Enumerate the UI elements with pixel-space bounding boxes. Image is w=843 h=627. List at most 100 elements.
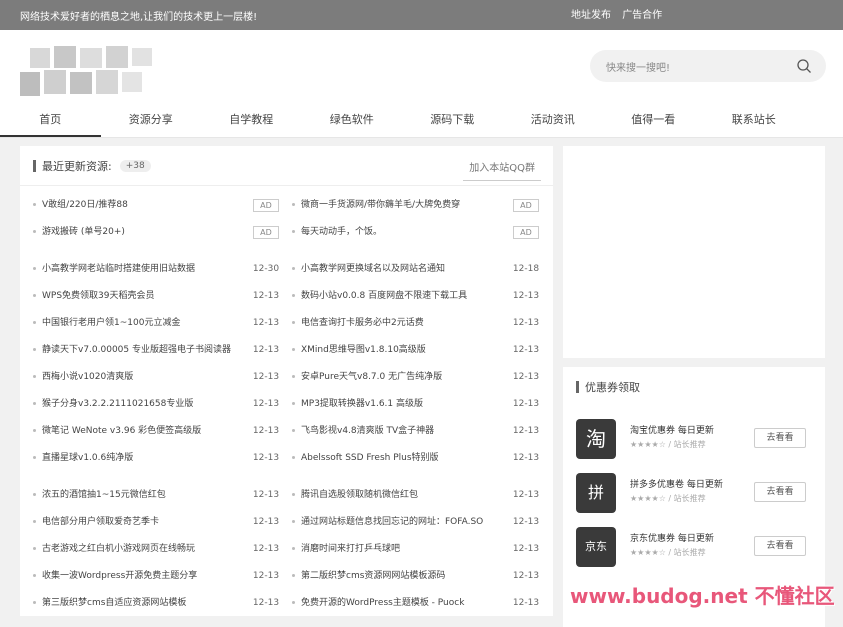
bullet-icon [292, 230, 295, 233]
resource-link[interactable]: 静读天下v7.0.00005 专业版超强电子书阅读器 [33, 341, 245, 368]
site-logo[interactable] [20, 42, 170, 108]
taobao-logo-icon: 淘 [576, 419, 616, 459]
resource-link[interactable]: 游戏搬砖 (单号20+) [33, 223, 245, 250]
resource-link-text[interactable]: XMind思维导图v1.8.10高级版 [301, 345, 426, 355]
resource-link-text[interactable]: V敢组/220日/推荐88 [42, 200, 128, 210]
nav-events[interactable]: 活动资讯 [503, 104, 604, 137]
coupon-item-jd[interactable]: 京东 京东优惠券 每日更新 ★★★★☆ / 站长推荐 去看看 [576, 527, 816, 571]
resource-link[interactable]: XMind思维导图v1.8.10高级版 [292, 341, 504, 368]
resource-link-text[interactable]: 静读天下v7.0.00005 专业版超强电子书阅读器 [42, 345, 231, 355]
nav-tutorials[interactable]: 自学教程 [201, 104, 302, 137]
resource-link-text[interactable]: 每天动动手，个饭。 [301, 227, 382, 237]
search-icon[interactable] [796, 58, 812, 74]
resource-link[interactable]: 古老游戏之红白机小游戏网页在线畅玩 [33, 540, 245, 567]
coupon-item-taobao[interactable]: 淘 淘宝优惠券 每日更新 ★★★★☆ / 站长推荐 去看看 [576, 419, 816, 463]
resource-link[interactable]: 通过网站标题信息找回忘记的网址：FOFA.SO [292, 513, 504, 540]
jd-logo-icon: 京东 [576, 527, 616, 567]
nav-software[interactable]: 绿色软件 [302, 104, 403, 137]
resource-link-text[interactable]: 数码小站v0.0.8 百度网盘不限速下载工具 [301, 291, 467, 301]
title-bar-icon [33, 159, 36, 172]
list-row: WPS免费领取39天稻壳会员 12-13 数码小站v0.0.8 百度网盘不限速下载工… [20, 287, 553, 314]
address-link[interactable]: 地址发布 [571, 10, 611, 21]
resource-link[interactable]: 微商一手货源网/带你薅羊毛/大牌免费穿 [292, 196, 504, 223]
resource-link-text[interactable]: 游戏搬砖 (单号20+) [42, 227, 125, 237]
resource-link-text[interactable]: 电信查询打卡服务必中2元话费 [301, 318, 424, 328]
bullet-icon [33, 574, 36, 577]
resource-link-text[interactable]: 小高教学网更换域名以及网站名通知 [301, 264, 445, 274]
pinduoduo-logo-icon: 拼 [576, 473, 616, 513]
nav-contact[interactable]: 联系站长 [704, 104, 805, 137]
resource-link[interactable]: 第三版织梦cms自适应资源网站模板 [33, 594, 245, 621]
resource-link[interactable]: 每天动动手，个饭。 [292, 223, 504, 250]
resource-link[interactable]: 西梅小说v1020清爽版 [33, 368, 245, 395]
resource-link[interactable]: 微笔记 WeNote v3.96 彩色便签高级版 [33, 422, 245, 449]
coupon-item-pinduoduo[interactable]: 拼 拼多多优惠卷 每日更新 ★★★★☆ / 站长推荐 去看看 [576, 473, 816, 517]
resource-list: V敢组/220日/推荐88 AD 微商一手货源网/带你薅羊毛/大牌免费穿 AD 游戏搬砖… [20, 196, 553, 621]
coupon-name[interactable]: 淘宝优惠券 每日更新 [630, 423, 714, 436]
resource-link[interactable]: 免费开源的WordPress主题模板 - Puock [292, 594, 504, 621]
resource-link-text[interactable]: 古老游戏之红白机小游戏网页在线畅玩 [42, 544, 195, 554]
resource-link-text[interactable]: 微商一手货源网/带你薅羊毛/大牌免费穿 [301, 200, 460, 210]
coupon-go-button[interactable]: 去看看 [754, 482, 806, 502]
nav-home[interactable]: 首页 [0, 104, 101, 137]
resource-link[interactable]: 猴子分身v3.2.2.2111021658专业版 [33, 395, 245, 422]
resource-link[interactable]: 直播星球v1.0.6纯净版 [33, 449, 245, 476]
resource-link[interactable]: Abelssoft SSD Fresh Plus特别版 [292, 449, 504, 476]
resource-link[interactable]: 电信查询打卡服务必中2元话费 [292, 314, 504, 341]
resource-link[interactable]: 安卓Pure天气v8.7.0 无广告纯净版 [292, 368, 504, 395]
resource-link-text[interactable]: 第二版织梦cms资源网网站模板源码 [301, 571, 445, 581]
resource-link-text[interactable]: 微笔记 WeNote v3.96 彩色便签高级版 [42, 426, 201, 436]
date-label-text: 12-13 [252, 318, 280, 328]
resource-link[interactable]: WPS免费领取39天稻壳会员 [33, 287, 245, 314]
resource-link-text[interactable]: 中国银行老用户领1~100元立减金 [42, 318, 180, 328]
nav-worth-seeing[interactable]: 值得一看 [603, 104, 704, 137]
resource-link[interactable]: V敢组/220日/推荐88 [33, 196, 245, 223]
resource-link-text[interactable]: 第三版织梦cms自适应资源网站模板 [42, 598, 186, 608]
resource-link-text[interactable]: 收集一波Wordpress开源免费主题分享 [42, 571, 197, 581]
resource-link[interactable]: 数码小站v0.0.8 百度网盘不限速下载工具 [292, 287, 504, 314]
resource-link[interactable]: 电信部分用户领取爱奇艺季卡 [33, 513, 245, 540]
date-label: 12-13 [250, 368, 282, 395]
nav-source-code[interactable]: 源码下载 [402, 104, 503, 137]
resource-link[interactable]: 浓五的酒馆抽1~15元微信红包 [33, 486, 245, 513]
nav-resources[interactable]: 资源分享 [101, 104, 202, 137]
resource-link-text[interactable]: 腾讯自选股领取随机微信红包 [301, 490, 418, 500]
resource-link-text[interactable]: 浓五的酒馆抽1~15元微信红包 [42, 490, 166, 500]
main-content: 最近更新资源: +38 加入本站QQ群 V敢组/220日/推荐88 AD 微商一手货… [0, 140, 843, 627]
resource-link-text[interactable]: 直播星球v1.0.6纯净版 [42, 453, 133, 463]
resource-link-text[interactable]: 飞鸟影视v4.8清爽版 TV盒子神器 [301, 426, 434, 436]
list-row: 电信部分用户领取爱奇艺季卡 12-13 通过网站标题信息找回忘记的网址：FOFA.S… [20, 513, 553, 540]
coupon-name[interactable]: 拼多多优惠卷 每日更新 [630, 477, 723, 490]
resource-link[interactable]: 飞鸟影视v4.8清爽版 TV盒子神器 [292, 422, 504, 449]
resource-link-text[interactable]: 消磨时间来打打乒乓球吧 [301, 544, 400, 554]
bullet-icon [33, 230, 36, 233]
join-qq-link[interactable]: 加入本站QQ群 [463, 155, 541, 181]
search-input[interactable]: 快来搜一搜吧! [590, 50, 826, 82]
coupon-go-button[interactable]: 去看看 [754, 428, 806, 448]
list-row: 收集一波Wordpress开源免费主题分享 12-13 第二版织梦cms资源网网站模… [20, 567, 553, 594]
coupon-go-button[interactable]: 去看看 [754, 536, 806, 556]
resource-link[interactable]: 中国银行老用户领1~100元立减金 [33, 314, 245, 341]
resource-link-text[interactable]: Abelssoft SSD Fresh Plus特别版 [301, 453, 439, 463]
resource-link[interactable]: 小高教学网老站临时搭建使用旧站数据 [33, 260, 245, 287]
bullet-icon [292, 321, 295, 324]
resource-link-text[interactable]: 免费开源的WordPress主题模板 - Puock [301, 598, 464, 608]
resource-link-text[interactable]: 小高教学网老站临时搭建使用旧站数据 [42, 264, 195, 274]
resource-link-text[interactable]: 安卓Pure天气v8.7.0 无广告纯净版 [301, 372, 442, 382]
date-label: 12-13 [510, 341, 542, 368]
resource-link[interactable]: 第二版织梦cms资源网网站模板源码 [292, 567, 504, 594]
resource-link[interactable]: 小高教学网更换域名以及网站名通知 [292, 260, 504, 287]
resource-link-text[interactable]: 通过网站标题信息找回忘记的网址：FOFA.SO [301, 517, 483, 527]
resource-link-text[interactable]: 猴子分身v3.2.2.2111021658专业版 [42, 399, 193, 409]
resource-link[interactable]: 腾讯自选股领取随机微信红包 [292, 486, 504, 513]
resource-link[interactable]: 收集一波Wordpress开源免费主题分享 [33, 567, 245, 594]
resource-link-text[interactable]: WPS免费领取39天稻壳会员 [42, 291, 155, 301]
coupon-name[interactable]: 京东优惠券 每日更新 [630, 531, 714, 544]
date-label: 12-13 [510, 422, 542, 449]
resource-link[interactable]: 消磨时间来打打乒乓球吧 [292, 540, 504, 567]
resource-link[interactable]: MP3提取转换器v1.6.1 高级版 [292, 395, 504, 422]
resource-link-text[interactable]: MP3提取转换器v1.6.1 高级版 [301, 399, 423, 409]
ad-link[interactable]: 广告合作 [622, 10, 662, 21]
resource-link-text[interactable]: 西梅小说v1020清爽版 [42, 372, 133, 382]
resource-link-text[interactable]: 电信部分用户领取爱奇艺季卡 [42, 517, 159, 527]
